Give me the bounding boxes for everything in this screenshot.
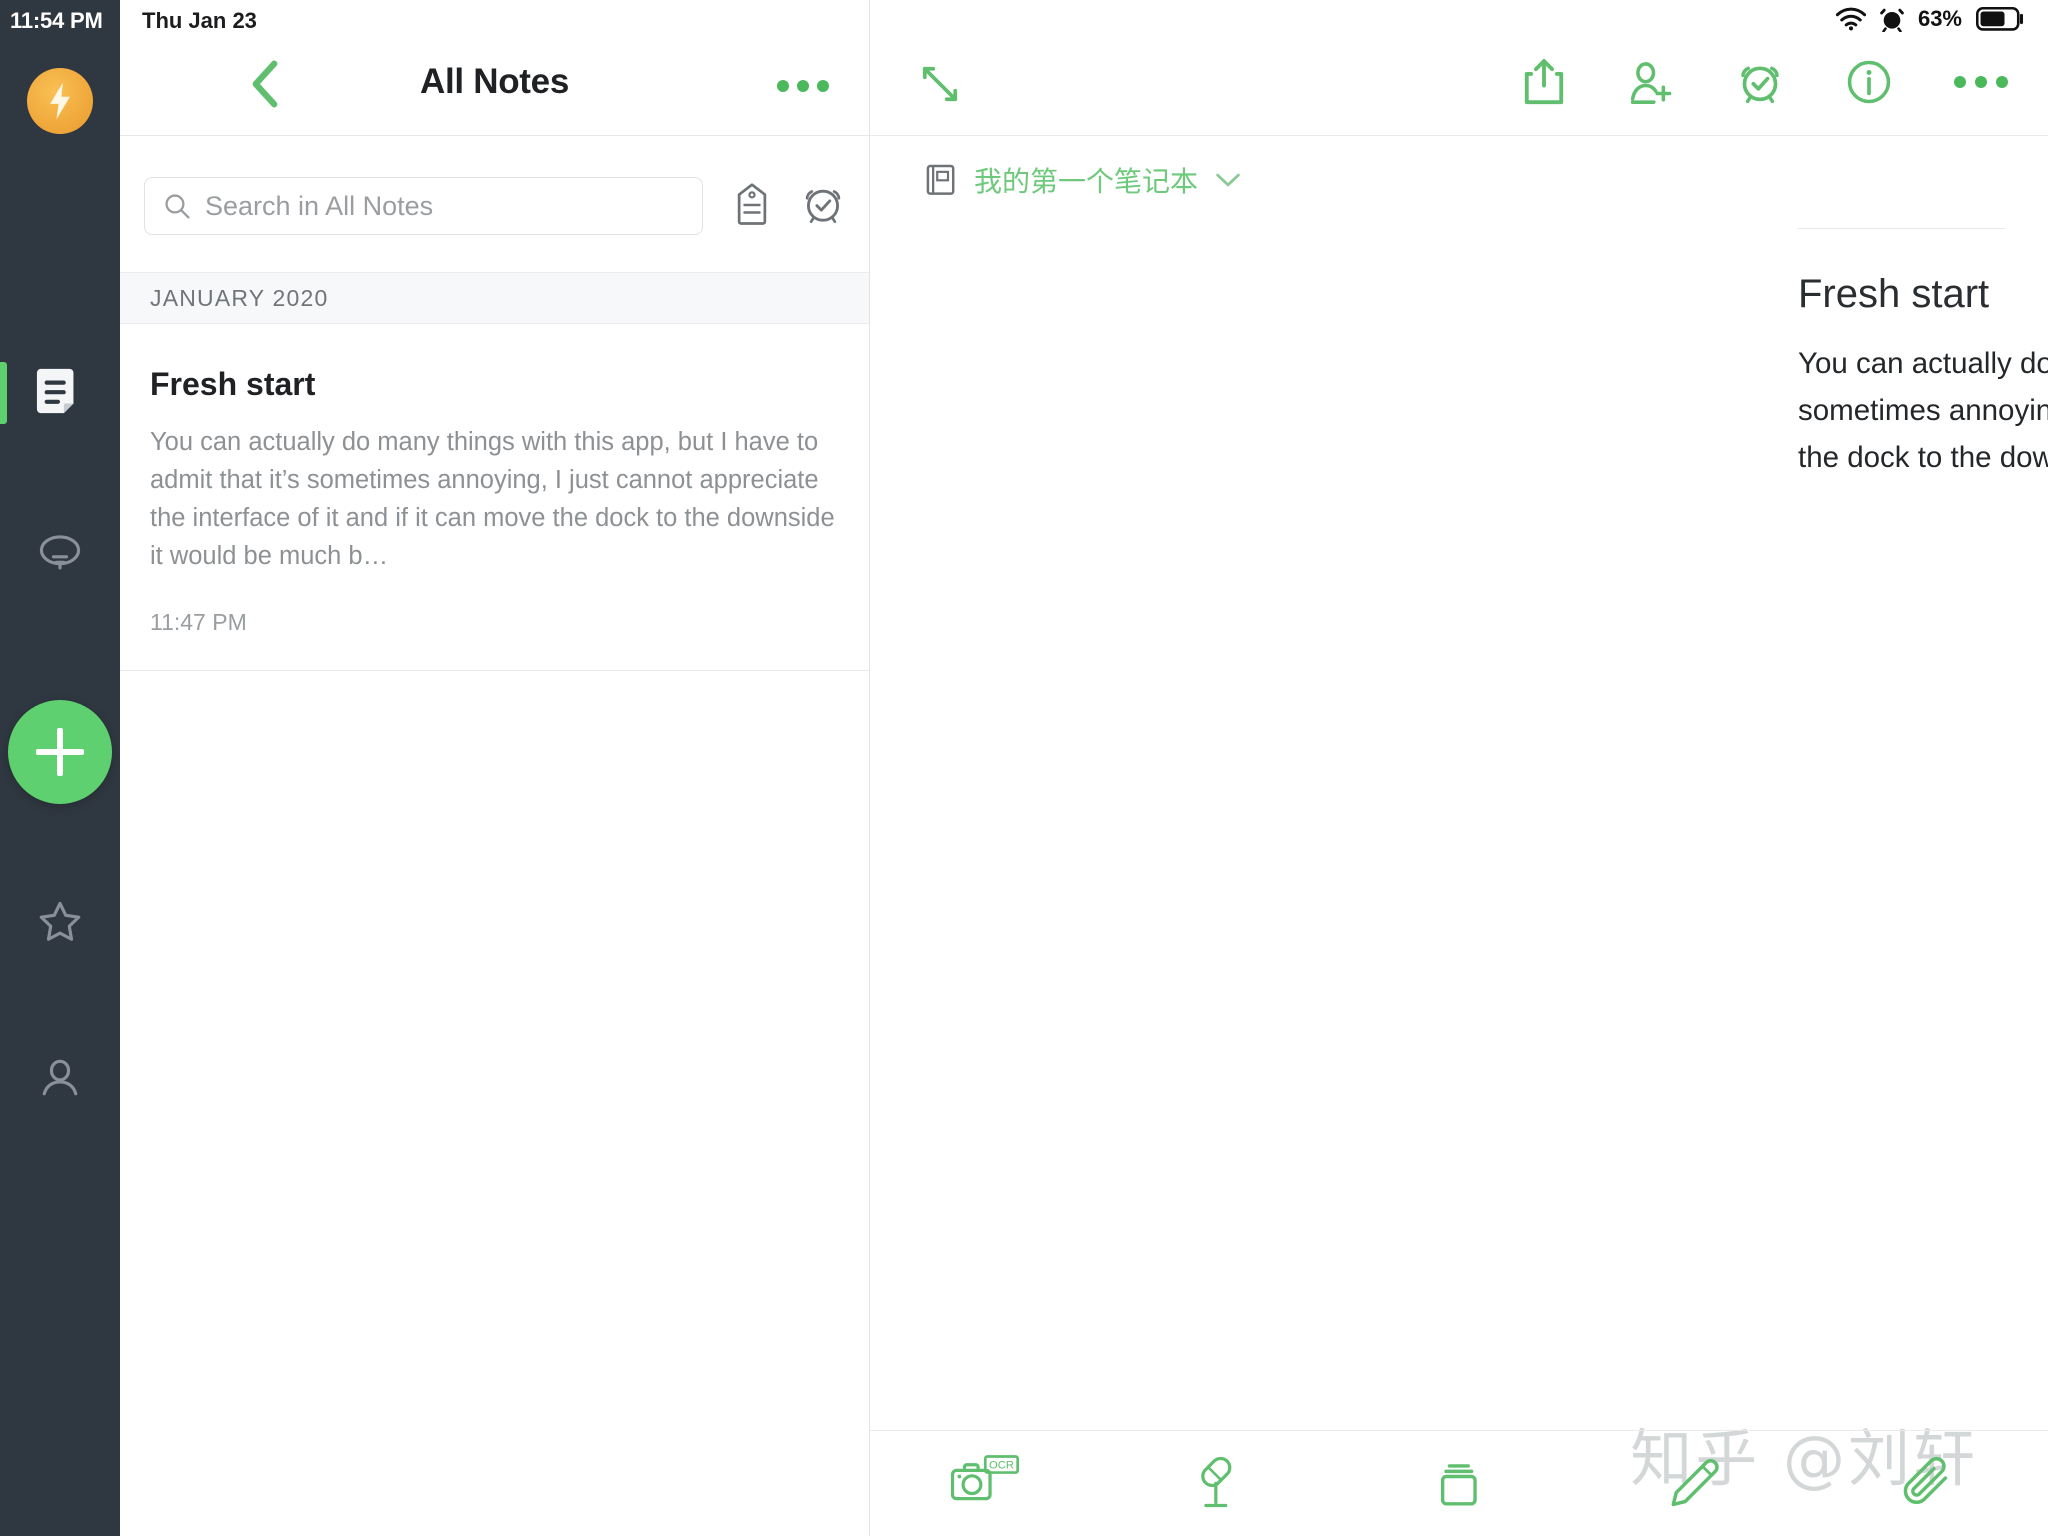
status-bar-right: 63%	[1835, 6, 2024, 32]
section-header-label: JANUARY 2020	[150, 284, 329, 311]
paperclip-icon	[1903, 1456, 1948, 1504]
sidebar-item-account[interactable]	[0, 1034, 120, 1122]
sidebar-item-ideas[interactable]	[0, 510, 120, 598]
reminder-filter-button[interactable]	[801, 182, 845, 231]
alarm-icon	[1880, 8, 1904, 32]
expand-diagonal-icon	[922, 66, 958, 102]
chevron-down-icon	[1216, 173, 1240, 187]
status-bar-time: 11:54 PM	[10, 8, 103, 33]
lightning-bolt-logo[interactable]	[27, 68, 93, 134]
info-button[interactable]	[1846, 59, 1892, 105]
status-bar-date: Thu Jan 23	[142, 8, 257, 33]
editor-bottom-toolbar: OCR	[870, 1430, 2048, 1536]
search-row: Search in All Notes	[120, 168, 869, 244]
alarm-clock-icon	[805, 189, 841, 223]
pencil-icon	[1671, 1458, 1719, 1506]
svg-text:OCR: OCR	[989, 1459, 1014, 1471]
tag-icon	[737, 182, 767, 225]
share-button[interactable]	[1522, 58, 1566, 106]
add-collaborator-button[interactable]	[1628, 58, 1674, 106]
sidebar-item-favorites[interactable]	[0, 878, 120, 966]
list-more-button[interactable]	[777, 80, 829, 92]
tag-filter-button[interactable]	[733, 182, 771, 231]
note-title[interactable]: Fresh start	[1798, 272, 1989, 317]
note-editor-panel: 63% 我的第一个笔记本 Fresh start You can actuall…	[870, 0, 2048, 1536]
more-dots-icon-3	[1996, 76, 2008, 88]
alarm-check-icon	[1741, 66, 1779, 104]
note-item-time: 11:47 PM	[150, 609, 247, 635]
more-dots-icon	[1954, 76, 1966, 88]
left-dock: 11:54 PM	[0, 0, 120, 1536]
editor-divider	[1798, 228, 2006, 229]
more-dots-icon-2	[1975, 76, 1987, 88]
section-header: JANUARY 2020	[120, 272, 869, 324]
add-note-button[interactable]	[8, 700, 112, 804]
person-add-icon	[1630, 62, 1672, 104]
note-list-panel: Thu Jan 23 All Notes Search in All Notes	[120, 0, 870, 1536]
notebook-icon	[926, 164, 955, 195]
list-item[interactable]: Fresh start You can actually do many thi…	[120, 324, 869, 671]
note-body[interactable]: You can actually do many things with thi…	[1798, 340, 2048, 481]
star-icon	[39, 901, 81, 941]
more-dots-icon-3	[817, 80, 829, 92]
audio-record-button[interactable]	[1106, 1455, 1342, 1513]
lightbulb-icon	[39, 535, 81, 570]
lightning-bolt-icon	[50, 82, 70, 120]
app-root: 11:54 PM Thu Jan 23 All Notes Search in …	[0, 0, 2048, 1536]
search-icon	[165, 194, 190, 219]
microphone-icon	[1201, 1456, 1232, 1507]
editor-more-button[interactable]	[1954, 76, 2008, 88]
sidebar-item-notes[interactable]	[0, 348, 120, 436]
notebook-selector[interactable]: 我的第一个笔记本	[870, 160, 2048, 200]
battery-icon	[1976, 7, 2024, 31]
search-input[interactable]: Search in All Notes	[144, 177, 703, 235]
search-placeholder: Search in All Notes	[205, 190, 434, 221]
person-icon	[42, 1059, 78, 1096]
editor-action-icons	[1522, 58, 2008, 106]
expand-button[interactable]	[918, 62, 962, 111]
notebook-name: 我的第一个笔记本	[974, 166, 1199, 197]
more-dots-icon	[777, 80, 789, 92]
plus-icon-vertical	[57, 728, 63, 776]
attachment-button[interactable]	[1812, 1456, 2048, 1512]
note-document-icon	[36, 368, 74, 414]
wifi-icon	[1835, 7, 1866, 31]
handwriting-button[interactable]	[1577, 1456, 1813, 1512]
share-upload-icon	[1524, 59, 1564, 105]
page-title: All Notes	[420, 62, 569, 101]
reminder-button[interactable]	[1736, 58, 1784, 106]
note-item-title: Fresh start	[150, 366, 316, 402]
card-stack-button[interactable]	[1341, 1455, 1577, 1513]
card-stack-icon	[1440, 1463, 1477, 1505]
info-circle-icon	[1847, 60, 1891, 104]
active-indicator	[0, 362, 7, 424]
more-dots-icon-2	[797, 80, 809, 92]
camera-ocr-icon: OCR	[950, 1454, 1019, 1500]
note-item-snippet: You can actually do many things with thi…	[150, 428, 835, 570]
battery-percent-label: 63%	[1917, 6, 1962, 31]
camera-ocr-button[interactable]: OCR	[870, 1454, 1106, 1513]
